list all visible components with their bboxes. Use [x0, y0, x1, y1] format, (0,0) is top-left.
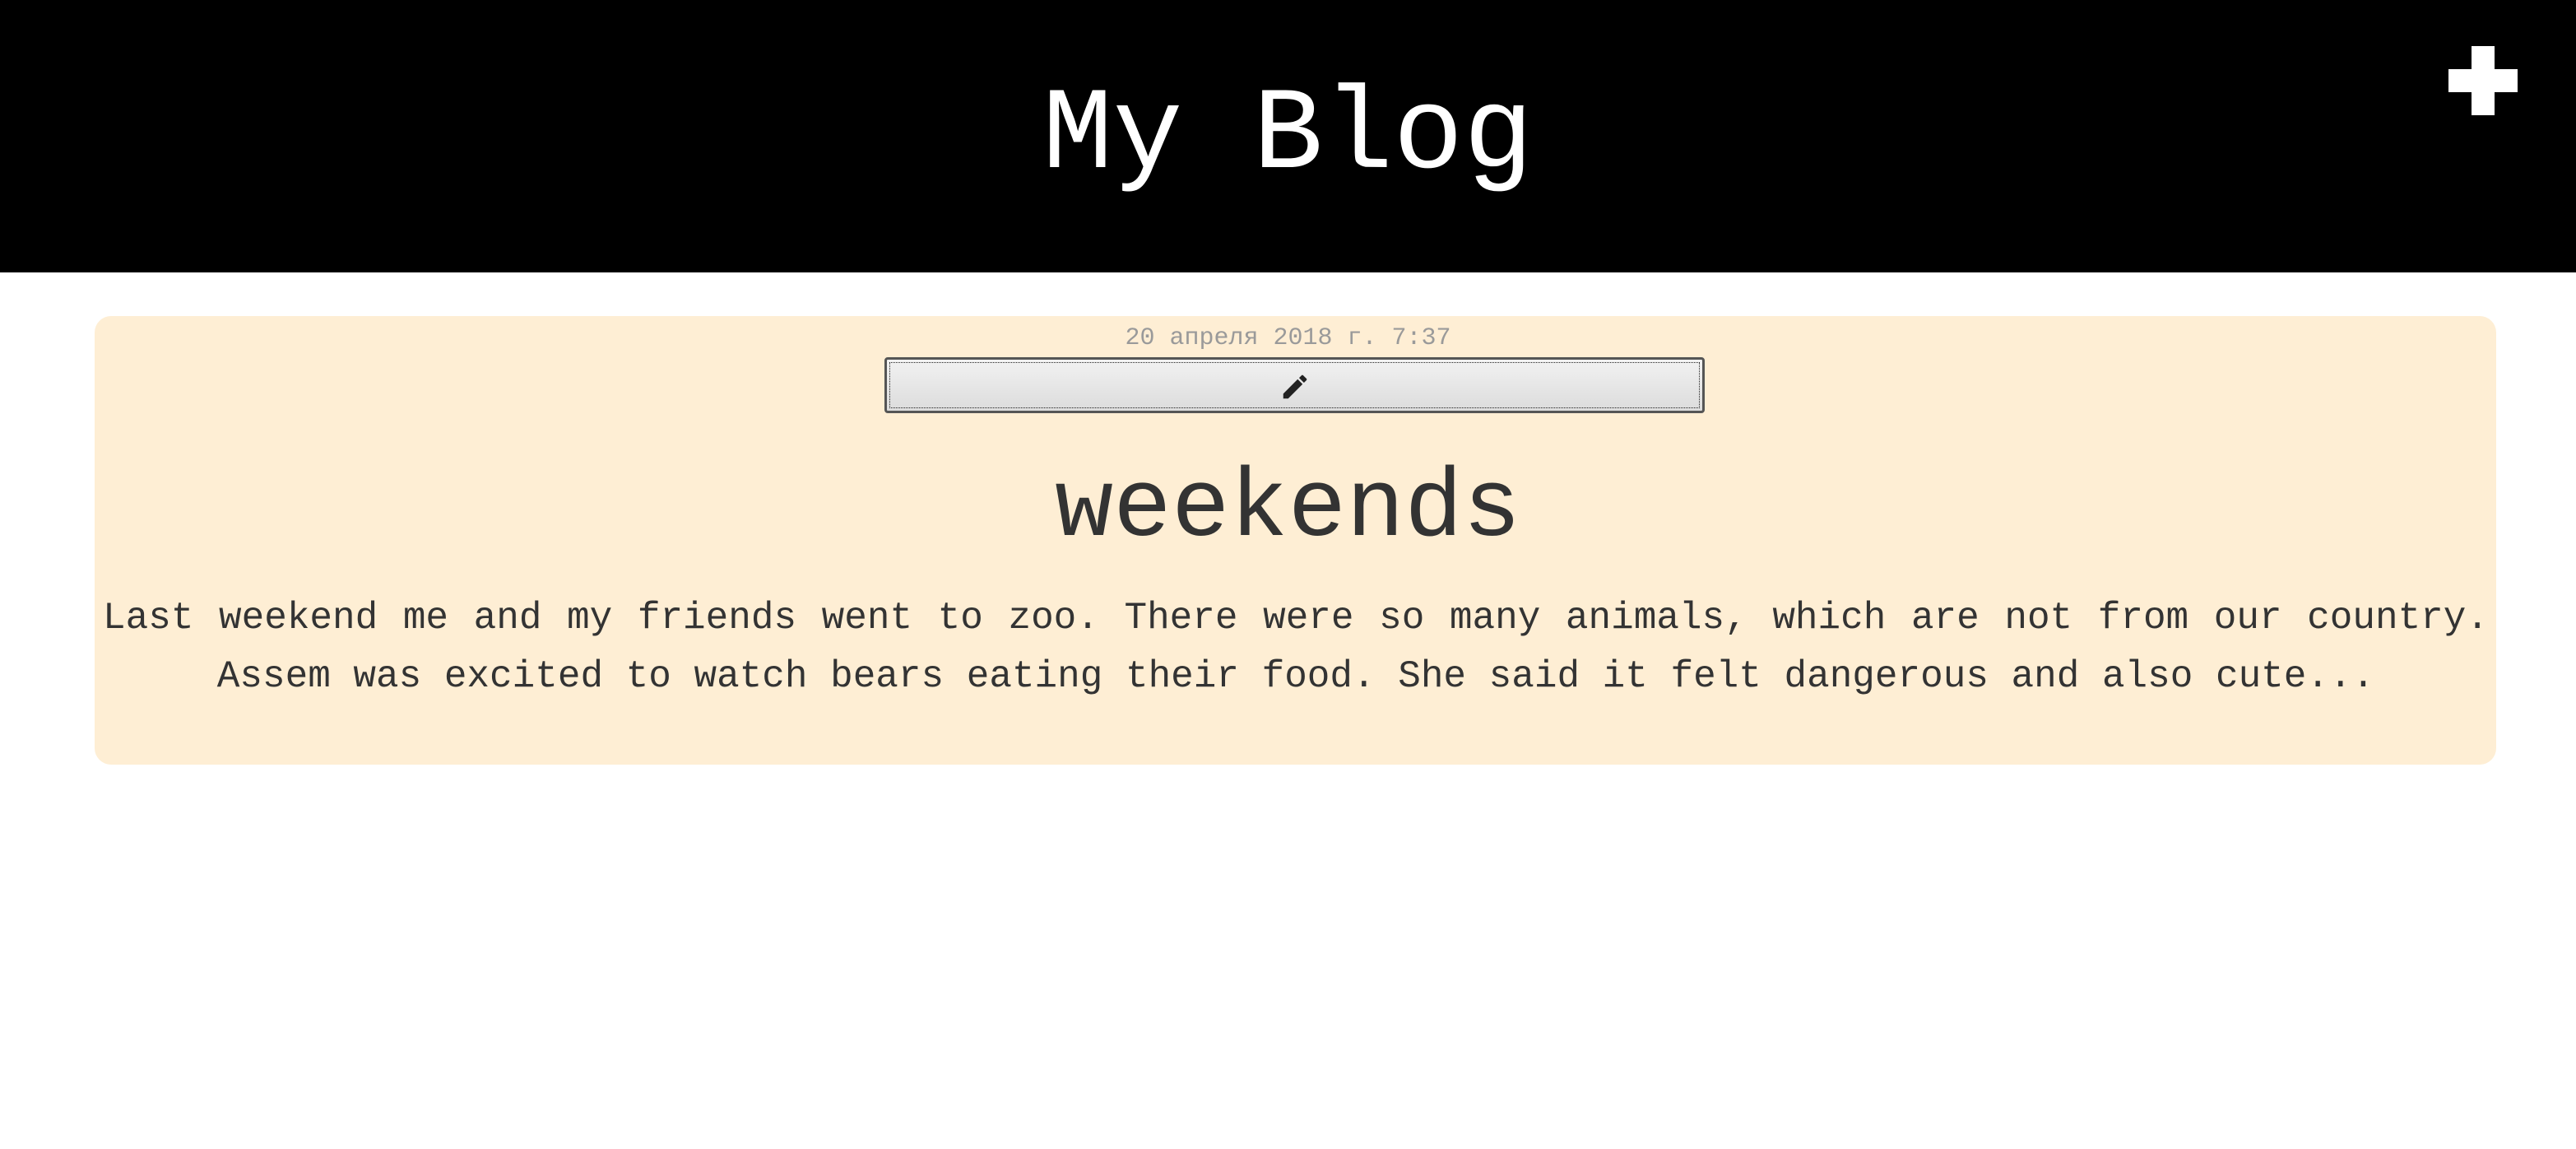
site-header: My Blog — [0, 0, 2576, 272]
add-post-button[interactable] — [2444, 41, 2523, 120]
plus-icon — [2448, 46, 2518, 115]
pencil-icon — [1283, 374, 1307, 399]
edit-post-button[interactable] — [884, 357, 1705, 413]
post-date: 20 апреля 2018 г. 7:37 — [1125, 324, 1451, 352]
site-title: My Blog — [1042, 70, 1534, 202]
post-title: weekends — [1055, 455, 1521, 565]
post-body: Last weekend me and my friends went to z… — [103, 597, 2489, 698]
